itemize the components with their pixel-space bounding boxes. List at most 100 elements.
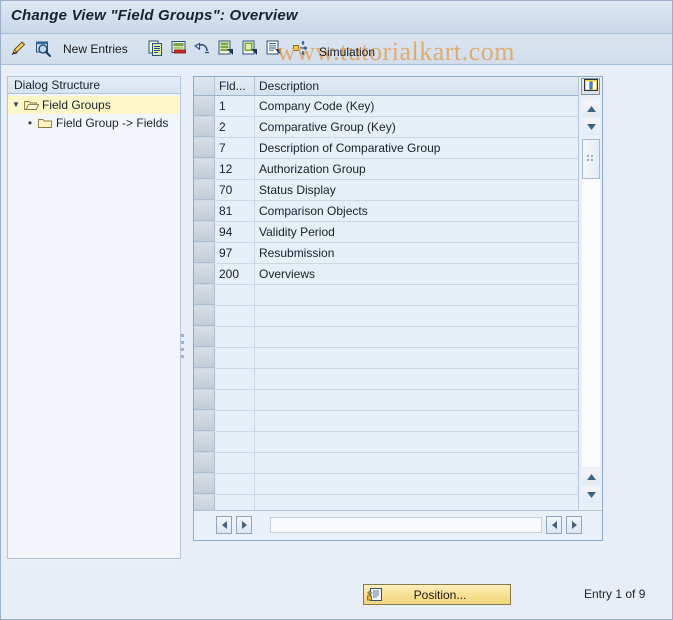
row-select-button[interactable] xyxy=(194,222,215,242)
scroll-right-button-end[interactable] xyxy=(566,516,582,534)
scrollbar-thumb[interactable] xyxy=(582,139,600,179)
table-row-empty[interactable] xyxy=(194,495,580,511)
scroll-right-button[interactable] xyxy=(236,516,252,534)
scroll-down-button-bottom[interactable] xyxy=(582,487,600,503)
table-row[interactable]: 7 Description of Comparative Group xyxy=(194,138,580,159)
table-row[interactable]: 70 Status Display xyxy=(194,180,580,201)
row-select-button[interactable] xyxy=(194,495,215,511)
table-row[interactable]: 81 Comparison Objects xyxy=(194,201,580,222)
row-select-button[interactable] xyxy=(194,243,215,263)
cell-fld[interactable]: 97 xyxy=(215,243,255,263)
table-row-empty[interactable] xyxy=(194,390,580,411)
transport-button[interactable] xyxy=(291,38,309,60)
scrollbar-track[interactable] xyxy=(582,179,600,467)
cell-fld[interactable] xyxy=(215,495,255,511)
cell-description[interactable] xyxy=(255,348,579,368)
cell-fld[interactable]: 2 xyxy=(215,117,255,137)
column-header-description[interactable]: Description xyxy=(255,77,579,95)
table-row[interactable]: 12 Authorization Group xyxy=(194,159,580,180)
row-select-button[interactable] xyxy=(194,411,215,431)
cell-fld[interactable] xyxy=(215,474,255,494)
select-block-button[interactable] xyxy=(265,38,283,60)
position-button[interactable]: Position... xyxy=(363,584,511,605)
cell-description[interactable]: Overviews xyxy=(255,264,579,284)
row-select-button[interactable] xyxy=(194,369,215,389)
tree-node-field-group-fields[interactable]: • Field Group -> Fields xyxy=(8,114,180,132)
cell-description[interactable] xyxy=(255,495,579,511)
cell-fld[interactable]: 70 xyxy=(215,180,255,200)
cell-fld[interactable]: 1 xyxy=(215,96,255,116)
row-select-button[interactable] xyxy=(194,390,215,410)
cell-description[interactable] xyxy=(255,390,579,410)
deselect-all-button[interactable] xyxy=(241,38,259,60)
row-select-button[interactable] xyxy=(194,117,215,137)
cell-description[interactable]: Authorization Group xyxy=(255,159,579,179)
cell-fld[interactable] xyxy=(215,390,255,410)
row-select-button[interactable] xyxy=(194,453,215,473)
cell-description[interactable]: Status Display xyxy=(255,180,579,200)
copy-as-button[interactable] xyxy=(147,38,165,60)
row-select-button[interactable] xyxy=(194,264,215,284)
panel-splitter-handle[interactable] xyxy=(180,331,186,365)
row-select-button[interactable] xyxy=(194,474,215,494)
cell-description[interactable] xyxy=(255,369,579,389)
table-horizontal-scrollbar[interactable] xyxy=(194,510,602,540)
cell-fld[interactable] xyxy=(215,432,255,452)
cell-fld[interactable] xyxy=(215,327,255,347)
row-select-button[interactable] xyxy=(194,159,215,179)
chevron-down-icon[interactable]: ▼ xyxy=(8,96,24,114)
cell-fld[interactable] xyxy=(215,369,255,389)
cell-fld[interactable]: 7 xyxy=(215,138,255,158)
horizontal-scrollbar-track[interactable] xyxy=(270,517,542,533)
row-select-button[interactable] xyxy=(194,285,215,305)
cell-fld[interactable] xyxy=(215,411,255,431)
table-row-empty[interactable] xyxy=(194,285,580,306)
table-row-empty[interactable] xyxy=(194,348,580,369)
row-select-button[interactable] xyxy=(194,306,215,326)
scroll-up-button[interactable] xyxy=(582,101,600,117)
cell-fld[interactable]: 12 xyxy=(215,159,255,179)
cell-fld[interactable] xyxy=(215,306,255,326)
table-row-empty[interactable] xyxy=(194,306,580,327)
scroll-left-button[interactable] xyxy=(216,516,232,534)
table-row-empty[interactable] xyxy=(194,432,580,453)
scroll-down-button[interactable] xyxy=(582,119,600,135)
cell-description[interactable] xyxy=(255,285,579,305)
cell-description[interactable] xyxy=(255,327,579,347)
simulation-button[interactable]: Simulation xyxy=(319,45,375,59)
row-select-button[interactable] xyxy=(194,348,215,368)
table-row-empty[interactable] xyxy=(194,474,580,495)
tree-node-field-groups[interactable]: ▼ Field Groups xyxy=(8,96,180,114)
table-row[interactable]: 97 Resubmission xyxy=(194,243,580,264)
cell-description[interactable] xyxy=(255,411,579,431)
cell-fld[interactable]: 94 xyxy=(215,222,255,242)
cell-fld[interactable] xyxy=(215,348,255,368)
select-all-column-header[interactable] xyxy=(194,77,215,95)
row-select-button[interactable] xyxy=(194,96,215,116)
row-select-button[interactable] xyxy=(194,201,215,221)
table-row-empty[interactable] xyxy=(194,327,580,348)
cell-description[interactable]: Validity Period xyxy=(255,222,579,242)
row-select-button[interactable] xyxy=(194,180,215,200)
row-select-button[interactable] xyxy=(194,432,215,452)
cell-description[interactable]: Comparative Group (Key) xyxy=(255,117,579,137)
column-header-fld[interactable]: Fld... xyxy=(215,77,255,95)
cell-description[interactable]: Comparison Objects xyxy=(255,201,579,221)
table-row-empty[interactable] xyxy=(194,453,580,474)
table-vertical-scrollbar[interactable] xyxy=(578,77,602,511)
cell-description[interactable]: Company Code (Key) xyxy=(255,96,579,116)
table-row[interactable]: 200 Overviews xyxy=(194,264,580,285)
table-row[interactable]: 2 Comparative Group (Key) xyxy=(194,117,580,138)
scroll-left-button-end[interactable] xyxy=(546,516,562,534)
table-row[interactable]: 1 Company Code (Key) xyxy=(194,96,580,117)
cell-description[interactable] xyxy=(255,453,579,473)
cell-fld[interactable]: 81 xyxy=(215,201,255,221)
cell-description[interactable] xyxy=(255,474,579,494)
table-row[interactable]: 94 Validity Period xyxy=(194,222,580,243)
display-search-button[interactable] xyxy=(34,38,52,60)
cell-description[interactable]: Description of Comparative Group xyxy=(255,138,579,158)
table-row-empty[interactable] xyxy=(194,369,580,390)
cell-description[interactable] xyxy=(255,306,579,326)
cell-description[interactable]: Resubmission xyxy=(255,243,579,263)
cell-description[interactable] xyxy=(255,432,579,452)
